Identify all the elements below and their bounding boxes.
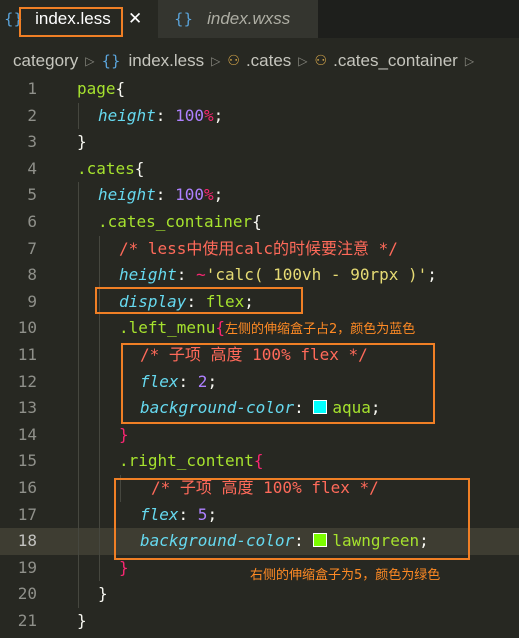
breadcrumb-item-category[interactable]: category [13,51,78,71]
line-number: 12 [17,371,37,391]
close-icon[interactable]: ✕ [128,9,142,29]
code-text: background-color: lawngreen; [140,531,429,551]
code-comment: /* less中使用calc的时候要注意 */ [119,238,398,258]
line-number: 10 [17,318,37,338]
code-text: .left_menu{左侧的伸缩盒子占2，颜色为蓝色 [119,318,416,338]
tab-label: index.wxss [207,9,291,28]
code-line: 7 /* less中使用calc的时候要注意 */ [0,235,519,263]
line-number: 7 [27,238,37,258]
code-comment: /* 子项 高度 100% flex */ [151,477,379,497]
line-number: 16 [17,477,37,497]
line-number: 15 [17,451,37,471]
code-line: 11 /* 子项 高度 100% flex */ [0,341,519,369]
tab-label: index.less [35,9,111,28]
chevron-right-icon: ▷ [85,54,95,68]
code-text: height: 100%; [98,105,224,125]
code-line: 2 height: 100%; [0,102,519,130]
line-number: 19 [17,557,37,577]
code-line: 3} [0,129,519,156]
line-number: 9 [27,291,37,311]
braces-icon: {} [4,10,24,28]
annotation-left: 左侧的伸缩盒子占2，颜色为蓝色 [224,322,416,338]
selector-icon: ⚇ [227,53,240,69]
line-number: 4 [27,158,37,178]
line-number: 8 [27,265,37,285]
code-line: 20} [0,581,519,608]
line-number: 2 [27,105,37,125]
code-line: 13 background-color: aqua; [0,395,519,422]
breadcrumb-item-cates[interactable]: .cates [246,51,291,71]
code-text: } [98,584,108,604]
line-number: 6 [27,211,37,231]
tab-bar: {} index.less ✕ {} index.wxss [0,0,519,38]
selector-icon: ⚇ [314,53,328,69]
line-number: 17 [17,504,37,524]
code-line: 10 .left_menu{左侧的伸缩盒子占2，颜色为蓝色 [0,315,519,342]
breadcrumb-item-cates-container[interactable]: .cates_container [333,51,458,71]
code-line: 16 /* 子项 高度 100% flex */ [0,474,519,502]
line-number: 20 [17,584,37,604]
code-text: } [77,610,87,630]
chevron-right-icon: ▷ [211,54,221,68]
code-comment: /* 子项 高度 100% flex */ [140,344,368,364]
line-number: 11 [17,344,37,364]
code-text: flex: 2; [140,371,218,391]
code-line: 17 flex: 5; [0,501,519,529]
code-text: background-color: aqua; [140,398,381,418]
code-line: 1 page{ [0,76,519,103]
code-text: } [119,424,129,444]
code-line: 6 .cates_container{ [0,208,519,236]
line-number: 18 [17,531,37,551]
code-text: } [119,557,129,577]
code-text: .cates{ [77,158,145,178]
annotation-right: 右侧的伸缩盒子为5，颜色为绿色 [250,568,441,583]
code-line: 4 .cates{ [0,156,519,183]
line-number: 14 [17,424,37,444]
code-editor[interactable]: 1 page{ 2 height: 100%; 3} 4 .cates{ 5 heigh… [0,76,519,634]
tab-index-less[interactable]: {} index.less ✕ [0,0,158,38]
chevron-right-icon: ▷ [298,54,308,68]
code-text: flex: 5; [140,504,218,524]
code-line: 5 height: 100%; [0,182,519,209]
code-text: } [77,132,87,152]
line-number: 3 [27,132,37,152]
braces-icon: {} [174,10,194,28]
tab-index-wxss[interactable]: {} index.wxss [158,0,318,38]
code-line: 15 .right_content{ [0,448,519,475]
code-line: 8 height: ~'calc( 100vh - 90rpx )'; [0,262,519,289]
braces-icon: {} [101,52,121,70]
code-text: .cates_container{ [98,211,262,231]
code-text: height: ~'calc( 100vh - 90rpx )'; [119,265,437,285]
code-text: height: 100%; [98,185,224,205]
chevron-right-icon: ▷ [464,54,475,68]
line-number: 1 [27,79,37,98]
color-swatch-aqua[interactable] [313,400,328,415]
code-line: 12 flex: 2; [0,368,519,396]
breadcrumb-item-file[interactable]: index.less [129,51,205,71]
line-number: 21 [17,610,37,630]
code-line: 21} [0,608,519,635]
line-number: 13 [17,398,37,418]
code-text: page{ [77,79,126,98]
code-text: .right_content{ [119,451,264,471]
code-line: 14} [0,421,519,449]
code-line: 9 display: flex; [0,288,519,316]
color-swatch-lawngreen[interactable] [313,533,328,548]
code-line-current: 18 background-color: lawngreen; [0,528,519,555]
breadcrumb: category ▷ {} index.less ▷ ⚇ .cates ▷ ⚇ … [0,44,519,78]
code-text: display: flex; [119,291,254,311]
line-number: 5 [27,185,37,205]
